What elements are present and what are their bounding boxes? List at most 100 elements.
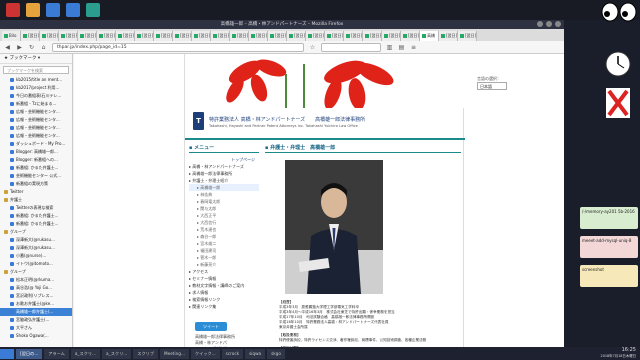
menu-item[interactable]: ▸ 森谷一郎 bbox=[189, 233, 259, 240]
bookmark-item[interactable]: 松本正明(@rkuma... bbox=[0, 276, 72, 284]
language-select[interactable]: 日本語 bbox=[477, 82, 507, 90]
bookmark-item[interactable]: 新番組 - Tzに始まる... bbox=[0, 100, 72, 108]
menu-item[interactable]: ▸ セミナー情報 bbox=[189, 275, 259, 282]
browser-tab[interactable]: 高橋 bbox=[420, 31, 439, 41]
menu-item[interactable]: ▸ 弁護士・弁理士紹介 bbox=[189, 177, 259, 184]
bookmark-item[interactable]: 芸術機能センター 公式... bbox=[0, 172, 72, 180]
taskbar-item[interactable]: クイック... bbox=[190, 348, 220, 359]
bookmark-item[interactable]: 今日の番組表(石川テレ... bbox=[0, 92, 72, 100]
bookmark-item[interactable]: 深澤新大(@rukasu... bbox=[0, 244, 72, 252]
bookmark-item[interactable]: Shoko Ogawa(... bbox=[0, 332, 72, 340]
bookmark-item[interactable]: 新番組: かるた弁護士... bbox=[0, 220, 72, 228]
taskbar-item[interactable]: a_スクリ... bbox=[70, 348, 101, 359]
bookmark-item[interactable]: イトウ(@itomoto... bbox=[0, 260, 72, 268]
bookmark-item[interactable]: 小番(@nurse)... bbox=[0, 252, 72, 260]
taskbar-item[interactable]: アラーム bbox=[44, 348, 69, 359]
bookmark-star-icon[interactable]: ☆ bbox=[309, 44, 316, 51]
bookmark-item[interactable]: 深澤新大(@rukasu... bbox=[0, 236, 72, 244]
browser-tab[interactable]: [翌日] bbox=[325, 31, 344, 41]
menu-item[interactable]: ▸ 関連リンク集 bbox=[189, 303, 259, 310]
menu-icon[interactable]: ≡ bbox=[410, 44, 417, 51]
taskbar-item[interactable] bbox=[0, 348, 14, 359]
bookmark-search-input[interactable]: ブックマークを検索 bbox=[3, 66, 69, 74]
terminal-icon[interactable] bbox=[26, 3, 40, 17]
bookmark-item[interactable]: 広報・芸術機能センタ... bbox=[0, 124, 72, 132]
browser-tab[interactable]: [翌日] bbox=[382, 31, 401, 41]
bookmark-item[interactable]: お歌お弁護士(@ke... bbox=[0, 300, 72, 308]
bookmark-item[interactable]: 広報・芸術機能センタ... bbox=[0, 108, 72, 116]
bookmark-folder[interactable]: 弁護士 bbox=[0, 196, 72, 204]
menu-item[interactable]: ▸ 求人情報 bbox=[189, 289, 259, 296]
menu-item[interactable]: ▸ 高橋・林アンドパートナーズ bbox=[189, 163, 259, 170]
bookmark-item[interactable]: Blogger: 新番組への... bbox=[0, 156, 72, 164]
bookmark-item[interactable]: 新番組: かるた弁護士... bbox=[0, 212, 72, 220]
bookmark-item[interactable]: Blogger: 高橋雄一郎... bbox=[0, 148, 72, 156]
menu-item[interactable]: ▸ 菅木一郎 bbox=[189, 254, 259, 261]
bookmark-item[interactable]: ダッシュボード - My Pro... bbox=[0, 140, 72, 148]
back-icon[interactable]: ◀ bbox=[4, 44, 11, 51]
bookmark-folder[interactable]: グループ bbox=[0, 228, 72, 236]
menu-item[interactable]: ▸ 新藤亮介 bbox=[189, 261, 259, 268]
browser-tab[interactable]: [翌日] bbox=[78, 31, 97, 41]
bookmark-item[interactable]: 新番組: かるた弁護士... bbox=[0, 164, 72, 172]
browser-tab[interactable]: [翌日] bbox=[192, 31, 211, 41]
menu-item[interactable]: ▸ 春岡竜太郎 bbox=[189, 198, 259, 205]
browser-tab[interactable]: [翌日] bbox=[173, 31, 192, 41]
bookmark-item[interactable]: 高橋雄一郎弁護士(... bbox=[0, 308, 72, 316]
menu-item[interactable]: ▸ 高橋雄一郎法律事務所 bbox=[189, 170, 259, 177]
bookmark-item[interactable]: kb2017/project 利用... bbox=[0, 84, 72, 92]
browser-tab[interactable]: [翌日] bbox=[439, 31, 458, 41]
menu-item[interactable]: ▸ 荒木達也 bbox=[189, 226, 259, 233]
bookmark-folder[interactable]: グループ bbox=[0, 268, 72, 276]
browser-tab[interactable]: [翌日] bbox=[268, 31, 287, 41]
minimize-icon[interactable] bbox=[537, 21, 543, 27]
menu-item[interactable]: ▸ 福田建司 bbox=[189, 247, 259, 254]
clock[interactable]: 16:25 2018年7月18日木曜日 bbox=[586, 347, 636, 360]
browser-tab[interactable]: [翌日] bbox=[287, 31, 306, 41]
browser-tab[interactable]: [翌日] bbox=[230, 31, 249, 41]
browser-tab[interactable]: [翌日] bbox=[401, 31, 420, 41]
browser-tab[interactable]: [翌日] bbox=[458, 31, 477, 41]
taskbar-item[interactable]: スクリブ bbox=[133, 348, 159, 359]
menu-item[interactable]: ▸ 高橋雄一郎 bbox=[189, 184, 259, 191]
menu-item[interactable]: ▸ 関与太郎 bbox=[189, 205, 259, 212]
close-icon[interactable] bbox=[555, 21, 561, 27]
browser-tab[interactable]: [翌日] bbox=[154, 31, 173, 41]
menu-item[interactable]: ▸ 大西信行 bbox=[189, 219, 259, 226]
bookmark-item[interactable]: 広報・芸術機能センタ... bbox=[0, 132, 72, 140]
browser-tab[interactable]: Bilo bbox=[2, 31, 21, 41]
menu-item[interactable]: ▸ 教材文字情報・講師のご案内 bbox=[189, 282, 259, 289]
taskbar-item[interactable]: [翌日の... bbox=[16, 348, 43, 359]
bookmark-item[interactable]: 宮沢政利(リプレス... bbox=[0, 292, 72, 300]
browser-tab[interactable]: [翌日] bbox=[59, 31, 78, 41]
browser-tab[interactable]: [翌日] bbox=[211, 31, 230, 41]
taskbar-item[interactable]: skgo bbox=[267, 348, 285, 359]
menu-item[interactable]: ▸ 林佳典 bbox=[189, 191, 259, 198]
menu-item[interactable]: ▸ 大西正平 bbox=[189, 212, 259, 219]
bookmark-item[interactable]: 新番組の実現方策 bbox=[0, 180, 72, 188]
browser-tab[interactable]: [翌日] bbox=[344, 31, 363, 41]
url-bar[interactable]: thpar.jp/index.php/page_id=15 bbox=[52, 42, 304, 52]
bookmark-folder[interactable]: Twitter bbox=[0, 188, 72, 196]
bookmark-item[interactable]: kb2015/title an ment... bbox=[0, 76, 72, 84]
home-icon[interactable]: ⌂ bbox=[40, 44, 47, 51]
bookmark-item[interactable]: 宮脇政弘弁護士(... bbox=[0, 316, 72, 324]
folder-icon[interactable] bbox=[66, 3, 80, 17]
taskbar-item[interactable]: Meeting... bbox=[160, 348, 189, 359]
bookmark-item[interactable]: 大平さん bbox=[0, 324, 72, 332]
browser-tab[interactable]: [翌日] bbox=[116, 31, 135, 41]
editor-icon[interactable] bbox=[86, 3, 100, 17]
desktop-note-3[interactable]: screenshot bbox=[580, 265, 638, 287]
taskbar-item[interactable]: scrock bbox=[221, 348, 244, 359]
sidebar-toggle-icon[interactable]: ▤ bbox=[398, 44, 405, 51]
browser-tab[interactable]: [翌日] bbox=[363, 31, 382, 41]
browser-tab[interactable]: [翌日] bbox=[135, 31, 154, 41]
menu-item[interactable]: ▸ アクセス bbox=[189, 268, 259, 275]
browser-tab[interactable]: [翌日] bbox=[306, 31, 325, 41]
forward-icon[interactable]: ▶ bbox=[16, 44, 23, 51]
tweet-button[interactable]: ツイート bbox=[195, 322, 227, 331]
menu-item[interactable]: ▸ 宮木雄二 bbox=[189, 240, 259, 247]
search-box[interactable] bbox=[321, 42, 381, 52]
browser-tab[interactable]: [翌日] bbox=[21, 31, 40, 41]
browser-tab[interactable]: [翌日] bbox=[97, 31, 116, 41]
